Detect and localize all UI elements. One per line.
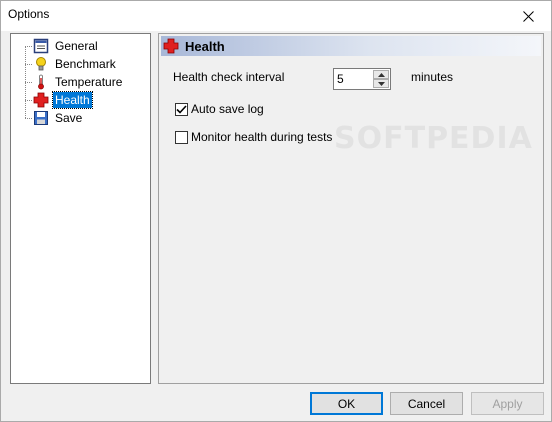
checkmark-icon — [176, 104, 187, 114]
monitor-health-checkbox[interactable] — [175, 130, 188, 144]
window-title: Options — [8, 7, 50, 21]
arrow-down-icon — [377, 81, 385, 86]
interval-input[interactable] — [337, 72, 373, 86]
interval-unit-label: minutes — [411, 70, 454, 84]
settings-panel: Health Health check interval minutes Aut… — [158, 33, 544, 384]
monitor-health-label: Monitor health during tests — [191, 130, 333, 144]
tree-item-benchmark[interactable]: Benchmark — [25, 55, 147, 73]
auto-save-label: Auto save log — [191, 102, 264, 116]
monitor-checkbox-row[interactable]: Monitor health during tests — [175, 130, 332, 144]
floppy-disk-icon — [33, 110, 49, 126]
tree-item-label: Benchmark — [55, 57, 116, 71]
thermometer-icon — [33, 74, 49, 90]
red-cross-icon — [33, 92, 49, 108]
red-cross-icon — [163, 38, 179, 54]
interval-label: Health check interval — [173, 70, 285, 84]
tree-item-label: Temperature — [55, 75, 123, 89]
spin-up-button[interactable] — [373, 70, 389, 79]
tree-item-save[interactable]: Save — [25, 109, 147, 127]
lightbulb-icon — [33, 56, 49, 72]
watermark: SOFTPEDIA — [334, 121, 533, 156]
tree-item-general[interactable]: General — [25, 37, 147, 55]
panel-title: Health — [185, 38, 225, 54]
ok-button[interactable]: OK — [310, 392, 383, 415]
category-tree[interactable]: General Benchmark Temperature Health Sav… — [10, 33, 151, 384]
auto-save-checkbox[interactable] — [175, 102, 188, 116]
close-icon — [522, 10, 534, 22]
spin-buttons — [373, 70, 389, 88]
title-bar[interactable]: Options — [1, 1, 551, 31]
apply-button[interactable]: Apply — [471, 392, 544, 415]
spin-down-button[interactable] — [373, 79, 389, 88]
auto-save-checkbox-row[interactable]: Auto save log — [175, 102, 264, 116]
general-icon — [33, 38, 49, 54]
tree-item-temperature[interactable]: Temperature — [25, 73, 147, 91]
interval-spinbox[interactable] — [333, 68, 391, 90]
tree-item-label: Save — [55, 111, 83, 125]
options-window: Options General Benchmark Temperature He… — [0, 0, 552, 422]
tree-item-label: Health — [52, 91, 93, 109]
cancel-button[interactable]: Cancel — [390, 392, 463, 415]
tree-item-label: General — [55, 39, 98, 53]
close-button[interactable] — [505, 1, 551, 31]
arrow-up-icon — [377, 72, 385, 77]
panel-header: Health — [161, 36, 541, 56]
tree-item-health[interactable]: Health — [25, 91, 147, 109]
